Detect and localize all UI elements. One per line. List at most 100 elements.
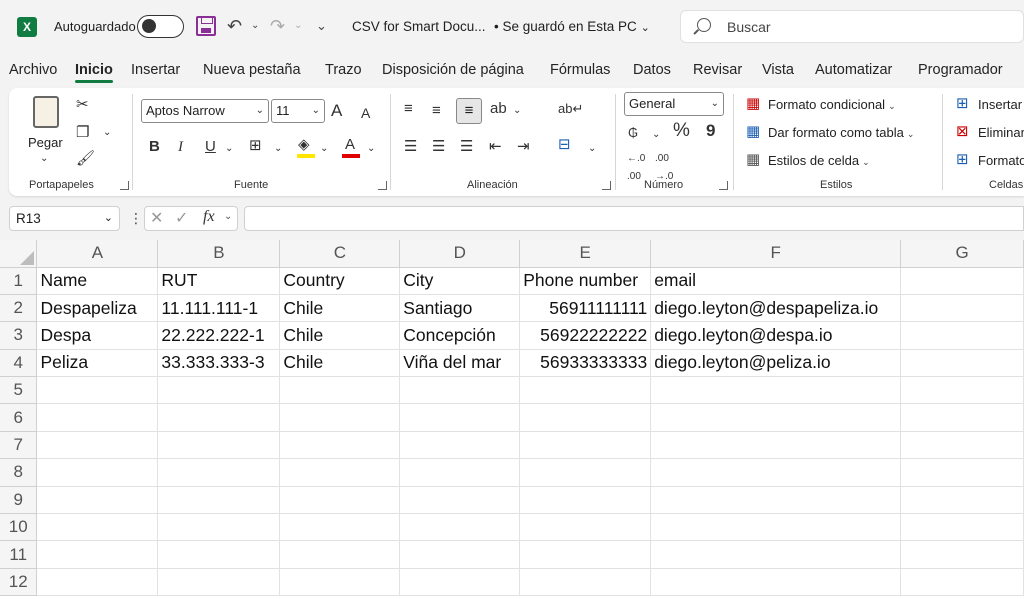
numero-launcher-icon[interactable] (719, 181, 728, 190)
cell-f4[interactable]: diego.leyton@peliza.io (650, 349, 902, 378)
tab-revisar[interactable]: Revisar (693, 62, 742, 78)
increase-decimal-icon[interactable]: ←.0.00 (627, 150, 645, 186)
copy-dropdown-icon[interactable]: ⌄ (103, 124, 111, 142)
cell-g10[interactable] (900, 513, 1024, 542)
number-format-select[interactable]: General ⌄ (624, 92, 724, 116)
cell-d9[interactable] (399, 486, 521, 515)
cell-e8[interactable] (519, 458, 652, 487)
cell-f6[interactable] (650, 403, 902, 432)
cell-b9[interactable] (157, 486, 281, 515)
more-options-icon[interactable]: ⋮ (129, 210, 143, 227)
save-icon[interactable] (196, 16, 216, 36)
tab-inicio[interactable]: Inicio (75, 62, 113, 83)
align-bottom-button[interactable]: ≡ (456, 98, 482, 124)
borders-dropdown-icon[interactable]: ⌄ (274, 140, 282, 158)
cell-a4[interactable]: Peliza (36, 349, 159, 378)
cell-d11[interactable] (399, 540, 521, 569)
cell-g1[interactable] (900, 267, 1024, 295)
font-color-icon[interactable]: A (345, 136, 355, 154)
cell-b4[interactable]: 33.333.333-3 (157, 349, 281, 378)
align-top-icon[interactable]: ≡ (404, 100, 413, 118)
save-status[interactable]: • Se guardó en Esta PC ⌄ (494, 19, 650, 34)
cell-d2[interactable]: Santiago (399, 294, 521, 323)
cell-f8[interactable] (650, 458, 902, 487)
row-header[interactable]: 7 (0, 431, 38, 460)
format-cells-button[interactable]: Formato (978, 152, 1024, 170)
row-header[interactable]: 9 (0, 486, 38, 515)
redo-icon[interactable]: ↷ (270, 14, 285, 38)
format-painter-icon[interactable]: 🖌 (76, 150, 95, 168)
cell-a5[interactable] (36, 376, 159, 405)
cell-c2[interactable]: Chile (279, 294, 401, 323)
align-right-icon[interactable]: ☰ (460, 138, 473, 156)
accounting-dropdown-icon[interactable]: ⌄ (652, 126, 660, 144)
cell-a8[interactable] (36, 458, 159, 487)
cell-c8[interactable] (279, 458, 401, 487)
customize-toolbar-icon[interactable]: ⌄ (316, 14, 327, 38)
insert-function-button[interactable]: fx (203, 208, 215, 226)
orientation-dropdown-icon[interactable]: ⌄ (513, 102, 521, 120)
redo-dropdown-icon[interactable]: ⌄ (294, 14, 302, 38)
cell-g5[interactable] (900, 376, 1024, 405)
cell-styles-button[interactable]: Estilos de celda ⌄ (768, 152, 870, 171)
cell-b7[interactable] (157, 431, 281, 460)
merge-center-icon[interactable]: ⊟ (558, 136, 571, 154)
align-left-icon[interactable]: ☰ (404, 138, 417, 156)
merge-dropdown-icon[interactable]: ⌄ (588, 140, 596, 158)
cell-c4[interactable]: Chile (279, 349, 401, 378)
cell-g12[interactable] (900, 568, 1024, 597)
row-header[interactable]: 5 (0, 376, 38, 405)
cell-e4[interactable]: 56933333333 (519, 349, 652, 378)
fuente-launcher-icon[interactable] (378, 181, 387, 190)
cell-f2[interactable]: diego.leyton@despapeliza.io (650, 294, 902, 323)
cell-c5[interactable] (279, 376, 401, 405)
row-header[interactable]: 2 (0, 294, 38, 323)
row-header[interactable]: 1 (0, 267, 38, 295)
column-header-b[interactable]: B (157, 240, 281, 268)
alineacion-launcher-icon[interactable] (602, 181, 611, 190)
cell-b5[interactable] (157, 376, 281, 405)
cell-b8[interactable] (157, 458, 281, 487)
select-all-corner[interactable] (0, 240, 38, 268)
search-box[interactable]: Buscar (680, 10, 1024, 43)
cell-f12[interactable] (650, 568, 902, 597)
italic-button[interactable]: I (178, 138, 183, 156)
cell-d8[interactable] (399, 458, 521, 487)
paste-dropdown-icon[interactable]: ⌄ (40, 150, 48, 168)
row-header[interactable]: 12 (0, 568, 38, 597)
cell-a9[interactable] (36, 486, 159, 515)
cell-b3[interactable]: 22.222.222-1 (157, 321, 281, 350)
cell-d12[interactable] (399, 568, 521, 597)
cell-b6[interactable] (157, 403, 281, 432)
tab-programador[interactable]: Programador (918, 62, 1003, 78)
cell-e1[interactable]: Phone number (519, 267, 652, 295)
column-header-f[interactable]: F (650, 240, 902, 268)
tab-insertar[interactable]: Insertar (131, 62, 180, 78)
cell-c12[interactable] (279, 568, 401, 597)
column-header-e[interactable]: E (519, 240, 652, 268)
column-header-d[interactable]: D (399, 240, 521, 268)
tab-datos[interactable]: Datos (633, 62, 671, 78)
row-header[interactable]: 8 (0, 458, 38, 487)
cell-b1[interactable]: RUT (157, 267, 281, 295)
row-header[interactable]: 3 (0, 321, 38, 350)
orientation-icon[interactable]: ab (490, 100, 507, 118)
font-size-select[interactable]: 11 ⌄ (271, 99, 325, 123)
tab-formulas[interactable]: Fórmulas (550, 62, 610, 78)
row-header[interactable]: 10 (0, 513, 38, 542)
cell-d7[interactable] (399, 431, 521, 460)
cell-b10[interactable] (157, 513, 281, 542)
cell-e6[interactable] (519, 403, 652, 432)
cell-c6[interactable] (279, 403, 401, 432)
cell-d3[interactable]: Concepción (399, 321, 521, 350)
percent-style-button[interactable]: % (673, 121, 690, 140)
column-header-c[interactable]: C (279, 240, 401, 268)
cell-g3[interactable] (900, 321, 1024, 350)
insert-cells-button[interactable]: Insertar (978, 96, 1022, 114)
cell-a12[interactable] (36, 568, 159, 597)
cell-d5[interactable] (399, 376, 521, 405)
name-box[interactable]: R13 ⌄ (9, 206, 120, 231)
font-color-dropdown-icon[interactable]: ⌄ (367, 140, 375, 158)
column-header-a[interactable]: A (36, 240, 159, 268)
cell-g8[interactable] (900, 458, 1024, 487)
